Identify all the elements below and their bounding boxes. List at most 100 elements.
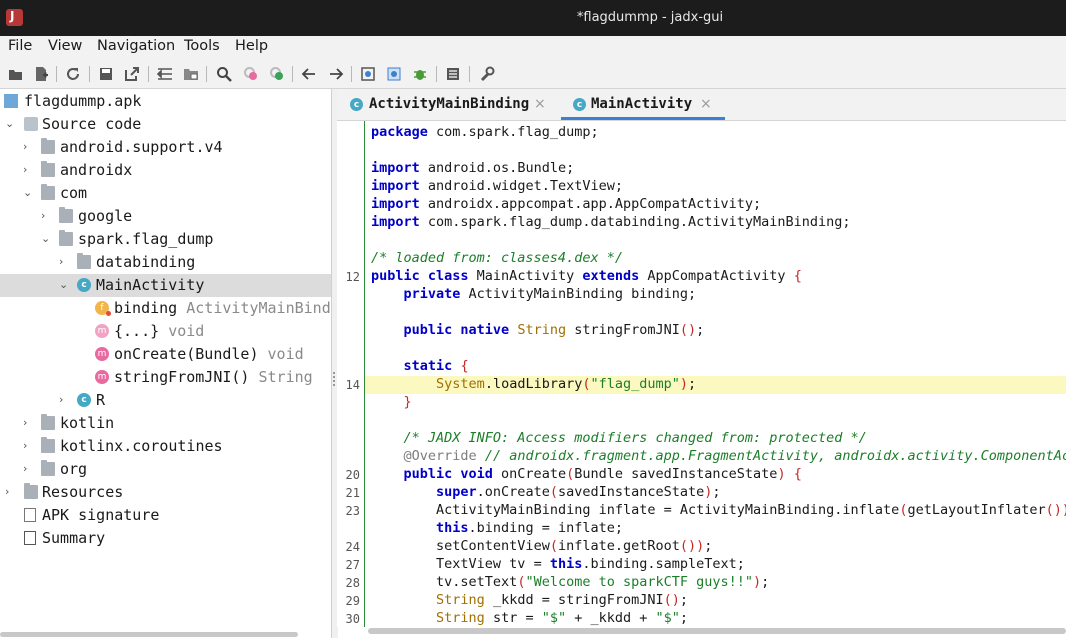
open-file-icon[interactable] <box>7 65 25 83</box>
code-line: package com.spark.flag_dump; <box>371 124 599 140</box>
chevron-right-icon[interactable]: › <box>23 140 33 154</box>
window-title: *flagdummp - jadx-gui <box>576 10 724 25</box>
sync-tree-icon[interactable] <box>156 65 174 83</box>
code-line: @Override // androidx.fragment.app.Fragm… <box>403 448 1066 464</box>
tree-item-field-binding[interactable]: f binding ActivityMainBind <box>0 297 331 320</box>
toolbar <box>0 60 1066 89</box>
editor-horizontal-scrollbar[interactable] <box>368 628 1066 634</box>
project-tree[interactable]: flagdummp.apk ⌄ Source code › android.su… <box>0 89 331 638</box>
code-line: tv.setText("Welcome to sparkCTF guys!!")… <box>436 574 770 590</box>
menu-view[interactable]: View <box>48 38 82 54</box>
package-folder-icon <box>77 253 91 269</box>
tab-mainactivity[interactable]: c MainActivity × <box>561 89 725 120</box>
tree-item-stringfromjni[interactable]: m stringFromJNI() String <box>0 366 331 389</box>
chevron-right-icon[interactable]: › <box>23 462 33 476</box>
code-line: static { <box>403 358 469 374</box>
tree-item-kotlin[interactable]: › kotlin <box>0 412 331 435</box>
chevron-down-icon[interactable]: ⌄ <box>5 117 15 131</box>
find-usage-icon[interactable] <box>268 65 286 83</box>
tree-item-summary[interactable]: Summary <box>0 527 331 550</box>
tree-item-google[interactable]: › google <box>0 205 331 228</box>
package-folder-icon <box>41 437 55 453</box>
menu-navigation[interactable]: Navigation <box>97 38 175 54</box>
tree-item-source-code[interactable]: ⌄ Source code <box>0 113 331 136</box>
back-icon[interactable] <box>300 65 318 83</box>
sync-icon[interactable] <box>64 65 82 83</box>
code-line: public native String stringFromJNI(); <box>403 322 705 338</box>
debugger-icon[interactable] <box>411 65 429 83</box>
tree-item-apk-signature[interactable]: APK signature <box>0 504 331 527</box>
deobfuscation-icon[interactable] <box>359 65 377 83</box>
code-line: public class MainActivity extends AppCom… <box>371 268 802 284</box>
chevron-right-icon[interactable]: › <box>41 209 51 223</box>
code-line: setContentView(inflate.getRoot()); <box>436 538 713 554</box>
menu-tools[interactable]: Tools <box>184 38 220 54</box>
tree-item-apk[interactable]: flagdummp.apk <box>0 90 331 113</box>
menu-bar: File View Navigation Tools Help <box>0 36 1066 60</box>
close-icon[interactable]: × <box>534 96 546 112</box>
chevron-right-icon[interactable]: › <box>23 163 33 177</box>
tree-item-static-init[interactable]: m {...} void <box>0 320 331 343</box>
tree-item-kotlinx[interactable]: › kotlinx.coroutines <box>0 435 331 458</box>
class-icon: c <box>77 278 91 292</box>
tree-item-android-support[interactable]: › android.support.v4 <box>0 136 331 159</box>
static-init-label: {...} void <box>114 322 205 340</box>
field-icon: f <box>95 301 111 316</box>
close-icon[interactable]: × <box>700 96 712 112</box>
add-files-icon[interactable] <box>32 65 50 83</box>
code-line: /* loaded from: classes4.dex */ <box>371 250 623 266</box>
package-folder-icon <box>59 207 73 223</box>
chevron-down-icon[interactable]: ⌄ <box>23 186 33 200</box>
code-line: super.onCreate(savedInstanceState); <box>436 484 721 500</box>
tree-item-spark-flag-dump[interactable]: ⌄ spark.flag_dump <box>0 228 331 251</box>
tree-item-com[interactable]: ⌄ com <box>0 182 331 205</box>
quark-icon[interactable] <box>385 65 403 83</box>
log-icon[interactable] <box>444 65 462 83</box>
tree-item-org[interactable]: › org <box>0 458 331 481</box>
export-icon[interactable] <box>123 65 141 83</box>
preferences-icon[interactable] <box>478 65 496 83</box>
code-line: } <box>403 394 412 410</box>
tree-horizontal-scrollbar[interactable] <box>0 632 298 637</box>
tree-item-oncreate[interactable]: m onCreate(Bundle) void <box>0 343 331 366</box>
class-icon: c <box>573 98 586 111</box>
method-icon: m <box>95 370 109 384</box>
class-icon: c <box>350 98 363 111</box>
chevron-right-icon[interactable]: › <box>23 439 33 453</box>
tree-item-resources[interactable]: › Resources <box>0 481 331 504</box>
flatten-packages-icon[interactable] <box>182 65 200 83</box>
package-folder-icon <box>59 230 73 246</box>
package-folder-icon <box>41 138 55 154</box>
code-line: ActivityMainBinding inflate = ActivityMa… <box>436 502 1066 518</box>
chevron-right-icon[interactable]: › <box>23 416 33 430</box>
menu-file[interactable]: File <box>8 38 32 54</box>
chevron-right-icon[interactable]: › <box>59 393 69 407</box>
find-class-icon[interactable] <box>242 65 260 83</box>
forward-icon[interactable] <box>327 65 345 83</box>
chevron-down-icon[interactable]: ⌄ <box>59 278 69 292</box>
method-icon: m <box>95 347 109 361</box>
tree-item-androidx[interactable]: › androidx <box>0 159 331 182</box>
code-line: import androidx.appcompat.app.AppCompatA… <box>371 196 762 212</box>
chevron-right-icon[interactable]: › <box>5 485 15 499</box>
code-line: /* JADX INFO: Access modifiers changed f… <box>371 430 867 446</box>
chevron-down-icon[interactable]: ⌄ <box>41 232 51 246</box>
tab-activitymainbinding[interactable]: c ActivityMainBinding × <box>337 89 553 120</box>
code-line: System.loadLibrary("flag_dump"); <box>436 376 697 392</box>
chevron-right-icon[interactable]: › <box>59 255 69 269</box>
search-icon[interactable] <box>215 65 233 83</box>
package-folder-icon <box>41 184 55 200</box>
code-line: String _kkdd = stringFromJNI(); <box>436 592 689 608</box>
tree-item-mainactivity[interactable]: ⌄ c MainActivity <box>0 274 331 297</box>
package-folder-icon <box>41 414 55 430</box>
code-line: import android.os.Bundle; <box>371 160 575 176</box>
menu-help[interactable]: Help <box>235 38 268 54</box>
line-number-gutter: 12 14 20 21 23 24 27 28 29 30 <box>337 121 364 627</box>
tree-item-r[interactable]: › c R <box>0 389 331 412</box>
code-line: this.binding = inflate; <box>436 520 623 536</box>
save-all-icon[interactable] <box>97 65 115 83</box>
code-line: import android.widget.TextView; <box>371 178 623 194</box>
code-line: import com.spark.flag_dump.databinding.A… <box>371 214 851 230</box>
tree-item-databinding[interactable]: › databinding <box>0 251 331 274</box>
code-editor[interactable]: 12 14 20 21 23 24 27 28 29 30 package co… <box>337 121 1066 627</box>
